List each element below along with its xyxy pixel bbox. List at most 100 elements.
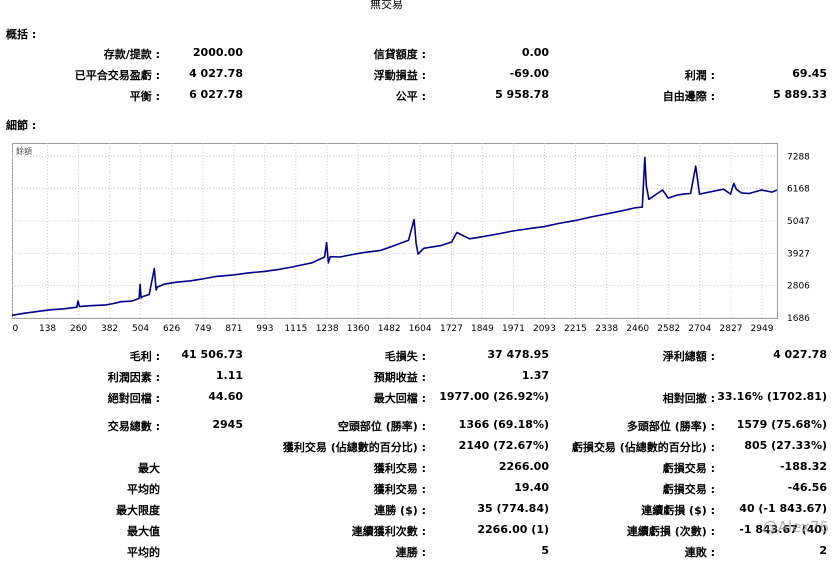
x-tick-label: 1849 — [471, 324, 494, 333]
avg-consec-wins-value: 5 — [541, 544, 549, 557]
deposit-value: 2000.00 — [192, 46, 243, 59]
average-label: 平均的 — [127, 483, 160, 496]
abs-drawdown-label: 絕對回檔 : — [107, 392, 160, 405]
max-consec-profit-label: 連續獲利次數 : — [351, 525, 426, 538]
x-tick-label: 2704 — [688, 324, 711, 333]
abs-drawdown-value: 44.60 — [208, 390, 243, 403]
max-consec-losses-label: 連續虧損 ($) : — [641, 504, 715, 517]
chart-legend: 餘額 — [16, 146, 32, 156]
profit-factor-value: 1.11 — [215, 369, 243, 382]
x-tick-label: 2460 — [626, 324, 649, 333]
short-positions-label: 空頭部位 (勝率) : — [337, 420, 426, 433]
avg-profit-value: 19.40 — [514, 481, 549, 494]
x-tick-label: 1727 — [440, 324, 463, 333]
equity-label: 公平 : — [395, 90, 426, 103]
short-positions-value: 1366 (69.18%) — [458, 418, 549, 431]
summary-heading: 概括 : — [6, 28, 37, 41]
profit-trades-label: 獲利交易 (佔總數的百分比) : — [282, 441, 426, 454]
y-tick-label: 1686 — [787, 314, 810, 324]
details-heading: 細節 : — [6, 119, 37, 132]
x-tick-label: 260 — [70, 324, 87, 333]
net-profit-value: 4 027.78 — [773, 348, 827, 361]
x-tick-label: 993 — [256, 324, 273, 333]
y-tick-label: 7288 — [787, 152, 810, 162]
largest-loss-label: 虧損交易 : — [662, 462, 715, 475]
x-tick-label: 1115 — [284, 324, 307, 333]
closed-pl-value: 4 027.78 — [189, 67, 243, 80]
largest-profit-label: 獲利交易 : — [373, 462, 426, 475]
long-positions-value: 1579 (75.68%) — [736, 418, 827, 431]
max-drawdown-label: 最大回檔 : — [373, 392, 426, 405]
balance-chart: 餘額 0 138 260 382 504 626 749 871 993 1115 1238 1360… — [12, 143, 810, 333]
gross-profit-value: 41 506.73 — [181, 348, 243, 361]
largest-loss-value: -188.32 — [779, 460, 827, 473]
avg-loss-value: -46.56 — [787, 481, 827, 494]
x-tick-label: 0 — [13, 324, 19, 333]
closed-pl-label: 已平合交易盈虧 : — [74, 69, 160, 82]
x-tick-label: 626 — [163, 324, 180, 333]
profit-trades-value: 2140 (72.67%) — [458, 439, 549, 452]
long-positions-label: 多頭部位 (勝率) : — [626, 420, 715, 433]
floating-pl-value: -69.00 — [509, 67, 549, 80]
y-tick-label: 5047 — [787, 217, 810, 227]
x-tick-label: 2093 — [533, 324, 556, 333]
rel-drawdown-value: 33.16% (1702.81) — [717, 390, 827, 403]
x-tick-label: 2338 — [595, 324, 618, 333]
equity-value: 5 958.78 — [495, 88, 549, 101]
max-consec-profit-value: 2266.00 (1) — [477, 523, 549, 536]
largest-profit-value: 2266.00 — [498, 460, 549, 473]
maximal-label: 最大值 — [127, 525, 160, 538]
x-tick-label: 749 — [194, 324, 211, 333]
loss-trades-value: 805 (27.33%) — [744, 439, 827, 452]
avg-consec-wins-label: 連勝 : — [395, 546, 426, 559]
x-tick-label: 2949 — [751, 324, 774, 333]
x-tick-label: 1482 — [378, 324, 401, 333]
balance-value: 6 027.78 — [189, 88, 243, 101]
x-tick-label: 1971 — [502, 324, 525, 333]
x-tick-label: 871 — [225, 324, 242, 333]
expected-payoff-value: 1.37 — [521, 369, 549, 382]
total-trades-value: 2945 — [212, 418, 243, 431]
x-tick-label: 2582 — [657, 324, 680, 333]
chart-frame — [12, 143, 778, 319]
max-drawdown-value: 1977.00 (26.92%) — [439, 390, 549, 403]
balance-label: 平衡 : — [129, 90, 160, 103]
rel-drawdown-label: 相對回撤 : — [662, 392, 715, 405]
total-trades-label: 交易總數 : — [107, 420, 160, 433]
expected-payoff-label: 預期收益 : — [373, 371, 426, 384]
y-tick-label: 6168 — [787, 185, 810, 195]
profit-value: 69.45 — [792, 67, 827, 80]
avg-consec-losses-label: 連敗 : — [684, 546, 715, 559]
x-tick-label: 2827 — [720, 324, 743, 333]
x-tick-label: 382 — [101, 324, 118, 333]
report-title: 無交易 — [370, 0, 403, 11]
gross-profit-label: 毛利 : — [129, 350, 160, 363]
gross-loss-value: 37 478.95 — [487, 348, 549, 361]
avg-consec-losses-value: 2 — [819, 544, 827, 557]
credit-value: 0.00 — [521, 46, 549, 59]
max-consec-wins-value: 35 (774.84) — [477, 502, 549, 515]
net-profit-label: 淨利總額 : — [662, 350, 715, 363]
credit-label: 信貸額度 : — [373, 48, 426, 61]
max-consec-wins-label: 連勝 ($) : — [374, 504, 426, 517]
floating-pl-label: 浮動損益 : — [373, 69, 426, 82]
x-tick-label: 504 — [132, 324, 149, 333]
gross-loss-label: 毛損失 : — [384, 350, 426, 363]
max-limit-label: 最大限度 — [116, 504, 160, 517]
free-margin-label: 自由邊際 : — [662, 90, 715, 103]
largest-label: 最大 — [138, 462, 160, 475]
profit-label: 利潤 : — [684, 69, 715, 82]
deposit-label: 存款/提款 : — [103, 48, 160, 61]
x-tick-label: 1238 — [316, 324, 339, 333]
free-margin-value: 5 889.33 — [773, 88, 827, 101]
x-tick-label: 2215 — [564, 324, 587, 333]
loss-trades-label: 虧損交易 (佔總數的百分比) : — [571, 441, 715, 454]
x-tick-label: 1604 — [409, 324, 432, 333]
y-tick-label: 3927 — [787, 249, 810, 259]
x-tick-label: 138 — [39, 324, 56, 333]
avg-loss-label: 虧損交易 : — [662, 483, 715, 496]
y-tick-label: 2806 — [787, 282, 810, 292]
profit-factor-label: 利潤因素 : — [107, 371, 160, 384]
max-consec-loss-label: 連續虧損 (次數) : — [626, 525, 715, 538]
average2-label: 平均的 — [127, 546, 160, 559]
